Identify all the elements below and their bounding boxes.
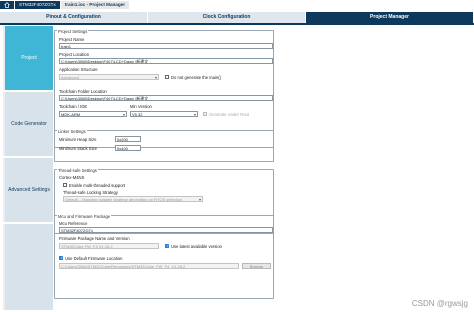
project-settings-title: Project Settings	[57, 29, 89, 34]
breadcrumb-page[interactable]: train1.ioc - Project Manager	[60, 1, 130, 9]
mcu-firmware-group: Mcu and Firmware Package Mcu Reference S…	[54, 214, 274, 299]
multithread-label: Enable multi-threaded support	[69, 182, 126, 188]
project-name-label: Project Name	[59, 37, 85, 42]
linker-settings-group: Linker Settings Minimum Heap Size 0x200 …	[54, 129, 274, 162]
min-heap-input[interactable]: 0x200	[115, 136, 141, 142]
home-button[interactable]	[0, 1, 14, 9]
tab-clock-configuration[interactable]: Clock Configuration	[148, 12, 306, 23]
use-latest-version-label: Use latest available version	[171, 243, 222, 249]
breadcrumb: STM32F407ZGTx train1.ioc - Project Manag…	[0, 0, 474, 10]
toolchain-ide-select[interactable]: MDK-ARM	[59, 111, 127, 117]
tab-underline	[0, 23, 474, 25]
firmware-name-input[interactable]: STM32Cube FW_F4 V1.26.2	[59, 243, 159, 249]
firmware-name-label: Firmware Package Name and Version	[59, 236, 130, 241]
toolchain-folder-input[interactable]: C:\Users\3068\Desktop\F407\LCD+Dawy \新建文	[59, 95, 273, 101]
mcu-reference-input[interactable]: STM32F407ZGTx	[59, 227, 273, 233]
generate-under-root-checkbox[interactable]	[203, 112, 207, 116]
project-name-input[interactable]: train1	[59, 43, 273, 49]
watermark: CSDN @rgwsjg	[411, 299, 468, 308]
sidebar-item-advanced-settings[interactable]: Advanced Settings	[3, 158, 53, 222]
mcu-firmware-title: Mcu and Firmware Package	[57, 214, 112, 219]
sidebar-item-code-generator[interactable]: Code Generator	[3, 92, 53, 156]
use-latest-version-checkbox[interactable]	[165, 244, 169, 248]
browse-button[interactable]: Browse	[242, 263, 271, 269]
min-version-select[interactable]: V5.32	[130, 111, 198, 117]
min-heap-label: Minimum Heap Size	[59, 137, 97, 142]
application-structure-label: Application Structure	[59, 67, 98, 72]
toolchain-folder-label: Toolchain Folder Location	[59, 89, 107, 94]
no-main-label: Do not generate the main()	[171, 74, 222, 80]
min-version-label: Min Version	[130, 104, 152, 109]
project-location-label: Project Location	[59, 52, 90, 57]
sidebar: Project Code Generator Advanced Settings	[3, 26, 53, 310]
breadcrumb-device[interactable]: STM32F407ZGTx	[15, 1, 60, 9]
thread-safe-title: Thread-safe Settings	[57, 168, 98, 173]
tab-pinout-configuration[interactable]: Pinout & Configuration	[0, 12, 148, 23]
locking-strategy-select[interactable]: Default – Mapping suitable strategy depe…	[63, 196, 203, 202]
cortex-core-label: Cortex-M4NS	[59, 175, 85, 180]
project-manager-content: Project Settings Project Name train1 Pro…	[54, 26, 300, 310]
sidebar-filler	[3, 224, 53, 310]
use-default-location-label: Use Default Firmware Location	[65, 255, 123, 261]
min-stack-label: Minimum Stack Size	[59, 146, 97, 151]
application-structure-select[interactable]: Advanced	[59, 74, 159, 80]
locking-strategy-label: Thread-safe Locking Strategy	[63, 190, 118, 195]
project-location-input[interactable]: C:\Users\3068\Desktop\F407\LCD+Dawy \新建文	[59, 58, 273, 64]
generate-under-root-label: Generate Under Root	[209, 111, 250, 117]
home-icon	[4, 2, 10, 8]
main-tabs: Pinout & Configuration Clock Configurati…	[0, 12, 474, 23]
use-default-location-checkbox[interactable]	[59, 256, 63, 260]
multithread-checkbox[interactable]	[63, 183, 67, 187]
firmware-location-input[interactable]: C:/Users/3068/STM32Cube/Repository/STM32…	[59, 263, 239, 269]
linker-settings-title: Linker Settings	[57, 129, 87, 134]
min-stack-input[interactable]: 0x400	[115, 145, 141, 151]
mcu-reference-label: Mcu Reference	[59, 221, 88, 226]
sidebar-item-project[interactable]: Project	[3, 26, 53, 90]
toolchain-ide-label: Toolchain / IDE	[59, 104, 88, 109]
no-main-checkbox[interactable]	[165, 75, 169, 79]
tab-project-manager[interactable]: Project Manager	[306, 12, 474, 23]
